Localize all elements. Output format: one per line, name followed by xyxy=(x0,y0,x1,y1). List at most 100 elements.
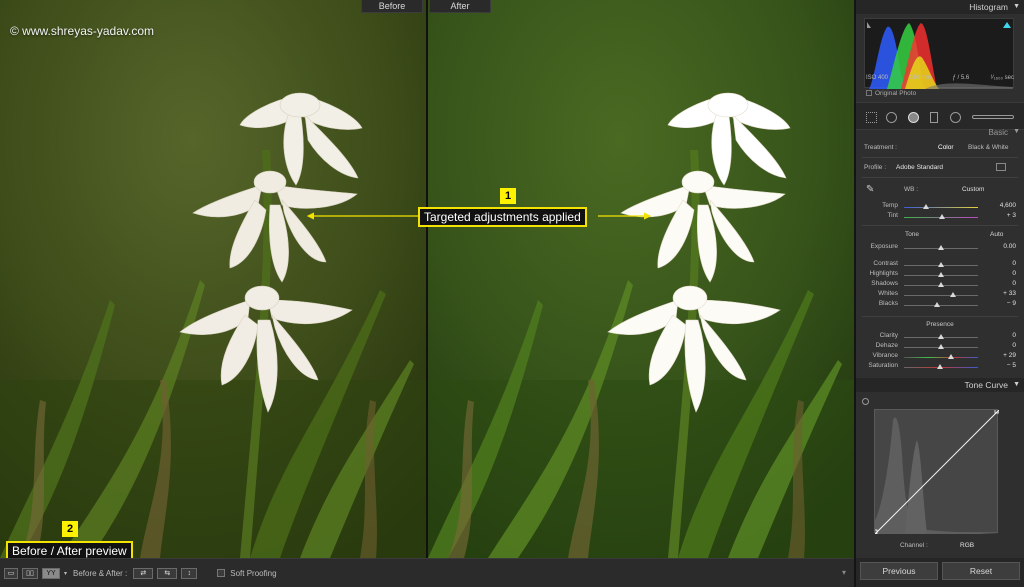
wb-row: ✎ WB : Custom xyxy=(856,184,1024,196)
slider-label-temp: Temp xyxy=(882,202,898,209)
chevron-down-icon[interactable]: ▾ xyxy=(64,570,67,577)
collapse-triangle-icon[interactable]: ▼ xyxy=(1013,128,1020,135)
slider-label-highlights: Highlights xyxy=(869,270,898,277)
slider-row-whites: Whites + 33 xyxy=(856,290,1024,300)
slider-track-blacks[interactable] xyxy=(904,305,978,306)
slider-value-tint[interactable]: + 3 xyxy=(1007,212,1016,219)
slider-knob-temp[interactable] xyxy=(923,204,930,209)
tone-curve-header[interactable]: Tone Curve ▼ xyxy=(856,378,1024,392)
tone-curve-graph[interactable] xyxy=(872,408,1000,535)
treatment-color-option[interactable]: Color xyxy=(938,144,954,151)
slider-knob-highlights[interactable] xyxy=(938,272,944,277)
graduated-filter-icon[interactable] xyxy=(930,112,938,123)
slider-knob-vibrance[interactable] xyxy=(948,354,955,359)
after-image-pane[interactable] xyxy=(428,0,854,558)
swap-arrows-icon: ⇄ xyxy=(140,570,147,577)
slider-value-contrast[interactable]: 0 xyxy=(1012,260,1016,267)
after-photo xyxy=(428,0,854,558)
slider-knob-clarity[interactable] xyxy=(938,334,944,339)
slider-value-whites[interactable]: + 33 xyxy=(1003,290,1016,297)
slider-knob-dehaze[interactable] xyxy=(938,344,944,349)
photo-preview-area[interactable]: Before After © www.shreyas-yadav.com 1 T… xyxy=(0,0,854,558)
copy-after-to-before-button[interactable]: ⇆ xyxy=(157,567,178,579)
after-label: After xyxy=(429,0,491,13)
slider-label-clarity: Clarity xyxy=(879,332,898,339)
reset-button[interactable]: Reset xyxy=(942,562,1020,580)
red-eye-tool-icon[interactable] xyxy=(908,112,919,123)
histogram-header[interactable]: Histogram ▼ xyxy=(856,0,1024,14)
slider-value-clarity[interactable]: 0 xyxy=(1012,332,1016,339)
slider-row-blacks: Blacks − 9 xyxy=(856,300,1024,310)
previous-button[interactable]: Previous xyxy=(860,562,938,580)
presence-label: Presence xyxy=(926,321,954,328)
slider-label-blacks: Blacks xyxy=(878,300,898,307)
auto-tone-button[interactable]: Auto xyxy=(990,231,1003,238)
slider-value-blacks[interactable]: − 9 xyxy=(1007,300,1016,307)
loupe-view-button[interactable]: ▭ xyxy=(4,567,18,579)
slider-value-shadows[interactable]: 0 xyxy=(1012,280,1016,287)
slider-value-temp[interactable]: 4,600 xyxy=(1000,202,1016,209)
slider-value-exposure[interactable]: 0.00 xyxy=(1003,243,1016,250)
original-photo-checkbox[interactable] xyxy=(866,90,872,96)
eyedropper-icon[interactable]: ✎ xyxy=(866,184,874,195)
before-after-view-button[interactable]: YY xyxy=(42,567,60,579)
slider-knob-tint[interactable] xyxy=(939,214,946,219)
slider-knob-exposure[interactable] xyxy=(938,245,944,250)
radial-filter-icon[interactable] xyxy=(950,112,961,123)
swap-before-after-button[interactable]: ↕ xyxy=(181,567,198,579)
histogram-exif-info: ISO 400 310 mm ƒ / 5.6 ¹⁄₁₆₀₀ sec xyxy=(866,75,1014,81)
target-adjustment-icon[interactable] xyxy=(862,398,869,405)
wb-dropdown[interactable]: Custom xyxy=(962,186,984,193)
divider xyxy=(862,225,1018,226)
callout-1-number: 1 xyxy=(500,188,516,204)
compare-view-button[interactable]: ▯▯ xyxy=(22,567,38,579)
before-after-label: Before & After : xyxy=(73,568,128,578)
develop-tool-strip xyxy=(856,102,1024,130)
soft-proofing-checkbox[interactable] xyxy=(217,569,226,577)
slider-knob-saturation[interactable] xyxy=(936,364,943,369)
profile-browser-grid-icon[interactable] xyxy=(996,163,1006,171)
slider-knob-whites[interactable] xyxy=(949,292,956,297)
slider-track-whites[interactable] xyxy=(904,295,978,296)
slider-label-shadows: Shadows xyxy=(871,280,898,287)
slider-row-dehaze: Dehaze 0 xyxy=(856,342,1024,352)
treatment-bw-option[interactable]: Black & White xyxy=(968,144,1008,151)
channel-dropdown[interactable]: RGB xyxy=(960,542,974,549)
slider-row-temp: Temp 4,600 xyxy=(856,202,1024,212)
divider xyxy=(862,316,1018,317)
slider-row-exposure: Exposure 0.00 xyxy=(856,243,1024,253)
slider-knob-shadows[interactable] xyxy=(938,282,944,287)
collapse-triangle-icon[interactable]: ▼ xyxy=(1013,0,1020,14)
slider-row-clarity: Clarity 0 xyxy=(856,332,1024,342)
bottom-toolbar: ▭ ▯▯ YY ▾ Before & After : ⇄ ⇆ ↕ Soft Pr… xyxy=(0,558,854,587)
collapse-triangle-icon[interactable]: ▼ xyxy=(1013,378,1020,392)
slider-label-vibrance: Vibrance xyxy=(872,352,898,359)
slider-track-vibrance[interactable] xyxy=(904,357,978,358)
soft-proofing-label: Soft Proofing xyxy=(230,568,277,578)
callout-2-number: 2 xyxy=(62,521,78,537)
slider-value-dehaze[interactable]: 0 xyxy=(1012,342,1016,349)
treatment-row: Treatment : Color Black & White xyxy=(856,144,1024,154)
slider-value-vibrance[interactable]: + 29 xyxy=(1003,352,1016,359)
slider-label-saturation: Saturation xyxy=(868,362,898,369)
adjustment-brush-icon[interactable] xyxy=(972,115,1014,119)
before-image-pane[interactable] xyxy=(0,0,426,558)
slider-label-contrast: Contrast xyxy=(873,260,898,267)
basic-panel-title[interactable]: Basic xyxy=(988,128,1008,137)
watermark-text: © www.shreyas-yadav.com xyxy=(10,24,154,38)
copy-before-to-after-button[interactable]: ⇄ xyxy=(133,567,154,579)
slider-knob-contrast[interactable] xyxy=(938,262,944,267)
channel-label: Channel : xyxy=(900,542,928,549)
profile-row: Profile : Adobe Standard xyxy=(856,163,1024,174)
arrow-left-icon: ⇆ xyxy=(164,570,171,577)
swap-icon: ↕ xyxy=(187,569,192,577)
crop-tool-icon[interactable] xyxy=(866,112,877,123)
slider-knob-blacks[interactable] xyxy=(934,302,941,307)
profile-dropdown[interactable]: Adobe Standard xyxy=(896,164,943,171)
spot-removal-tool-icon[interactable] xyxy=(886,112,897,123)
original-photo-toggle[interactable]: Original Photo xyxy=(866,90,916,97)
slider-value-saturation[interactable]: − 5 xyxy=(1007,362,1016,369)
slider-value-highlights[interactable]: 0 xyxy=(1012,270,1016,277)
slider-track-temp[interactable] xyxy=(904,207,978,208)
toolbar-options-chevron-icon[interactable]: ▾ xyxy=(842,568,846,577)
